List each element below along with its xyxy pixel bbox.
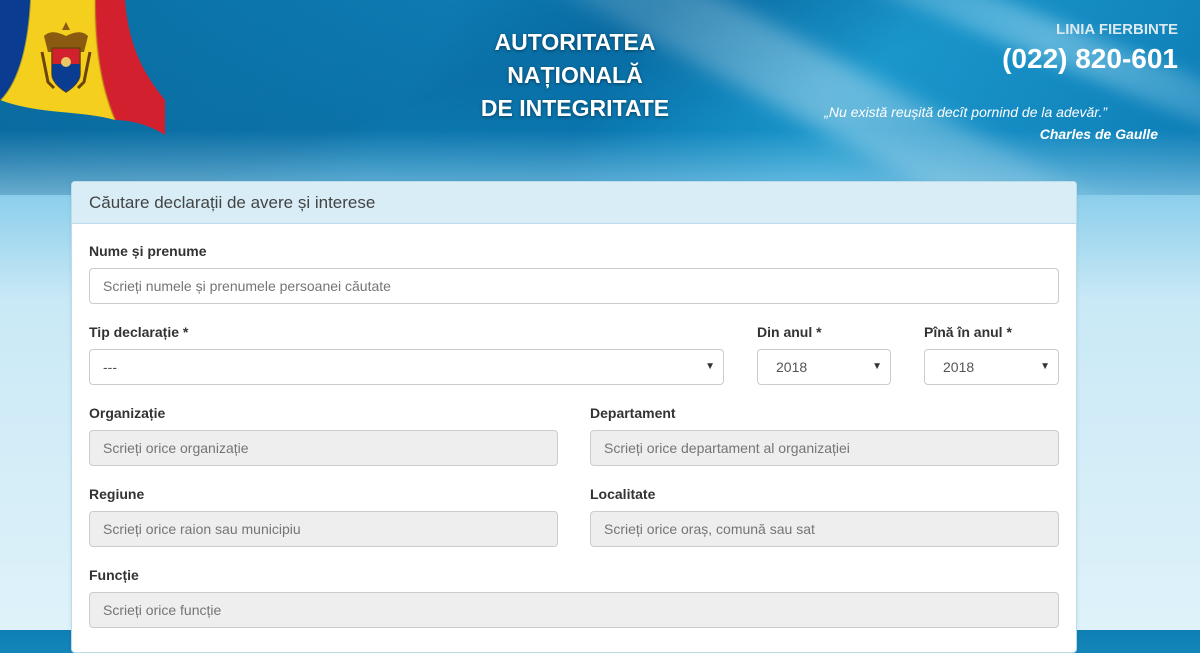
caret-down-icon: ▼ (1040, 361, 1050, 372)
panel-title: Căutare declarații de avere și interese (72, 182, 1076, 224)
search-panel: Căutare declarații de avere și interese … (71, 181, 1077, 653)
locality-label: Localitate (590, 486, 656, 502)
name-input[interactable] (89, 268, 1059, 304)
year-from-select[interactable]: 2018 ▼ (757, 349, 891, 385)
declaration-type-label: Tip declarație * (89, 324, 189, 340)
org-title-line: DE INTEGRITATE (480, 95, 670, 121)
year-from-value: 2018 (776, 359, 808, 375)
caret-down-icon: ▼ (872, 361, 882, 372)
organization-title: AUTORITATEA NAȚIONALĂ DE INTEGRITATE (470, 26, 680, 125)
function-input[interactable] (89, 592, 1059, 628)
year-to-value: 2018 (943, 359, 975, 375)
region-label: Regiune (89, 486, 145, 502)
year-to-label: Pînă în anul * (924, 324, 1012, 340)
declaration-type-select[interactable]: --- ▼ (89, 349, 724, 385)
department-label: Departament (590, 405, 676, 421)
year-from-label: Din anul * (757, 324, 822, 340)
moldova-flag-icon (0, 0, 170, 140)
year-to-select[interactable]: 2018 ▼ (924, 349, 1059, 385)
org-title-line: NAȚIONALĂ (507, 62, 643, 88)
region-input[interactable] (89, 511, 558, 547)
declaration-type-value: --- (103, 359, 117, 375)
caret-down-icon: ▼ (705, 361, 715, 372)
quote-text: „Nu există reușită decît pornind de la a… (824, 104, 1107, 120)
org-title-line: AUTORITATEA (494, 29, 656, 55)
organization-input[interactable] (89, 430, 558, 466)
hotline-label: LINIA FIERBINTE (1056, 21, 1178, 38)
hotline-number[interactable]: (022) 820-601 (1002, 43, 1178, 75)
organization-label: Organizație (89, 405, 166, 421)
quote-author: Charles de Gaulle (1039, 126, 1158, 142)
locality-input[interactable] (590, 511, 1059, 547)
name-label: Nume și prenume (89, 243, 207, 259)
department-input[interactable] (590, 430, 1059, 466)
function-label: Funcție (89, 567, 139, 583)
